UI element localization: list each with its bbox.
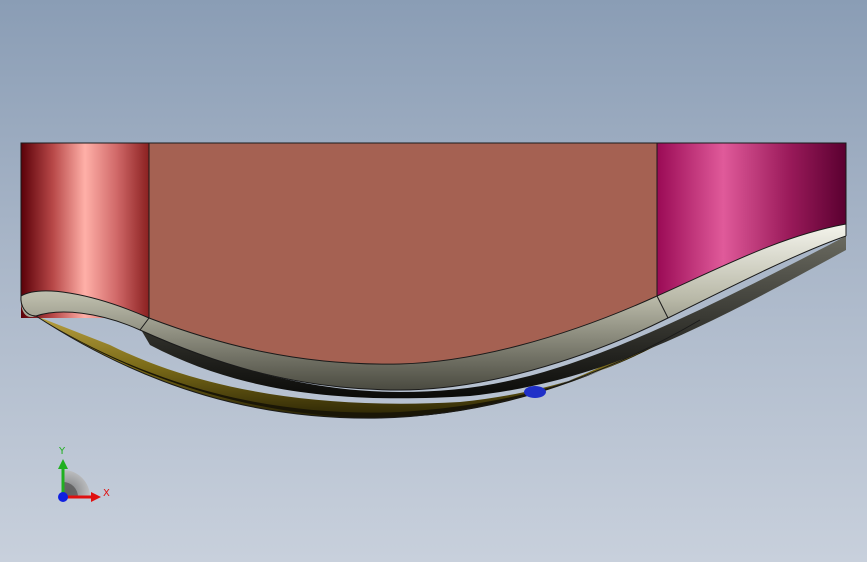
x-arrow-icon xyxy=(91,492,101,502)
y-arrow-icon xyxy=(58,459,68,469)
blue-feature[interactable] xyxy=(524,386,546,398)
y-axis-label: Y xyxy=(58,446,66,457)
graphics-viewport[interactable]: Y X xyxy=(0,0,867,562)
z-axis-icon xyxy=(58,492,68,502)
part-model[interactable] xyxy=(20,142,847,419)
coordinate-triad: Y X xyxy=(58,446,110,502)
x-axis-label: X xyxy=(103,488,110,499)
